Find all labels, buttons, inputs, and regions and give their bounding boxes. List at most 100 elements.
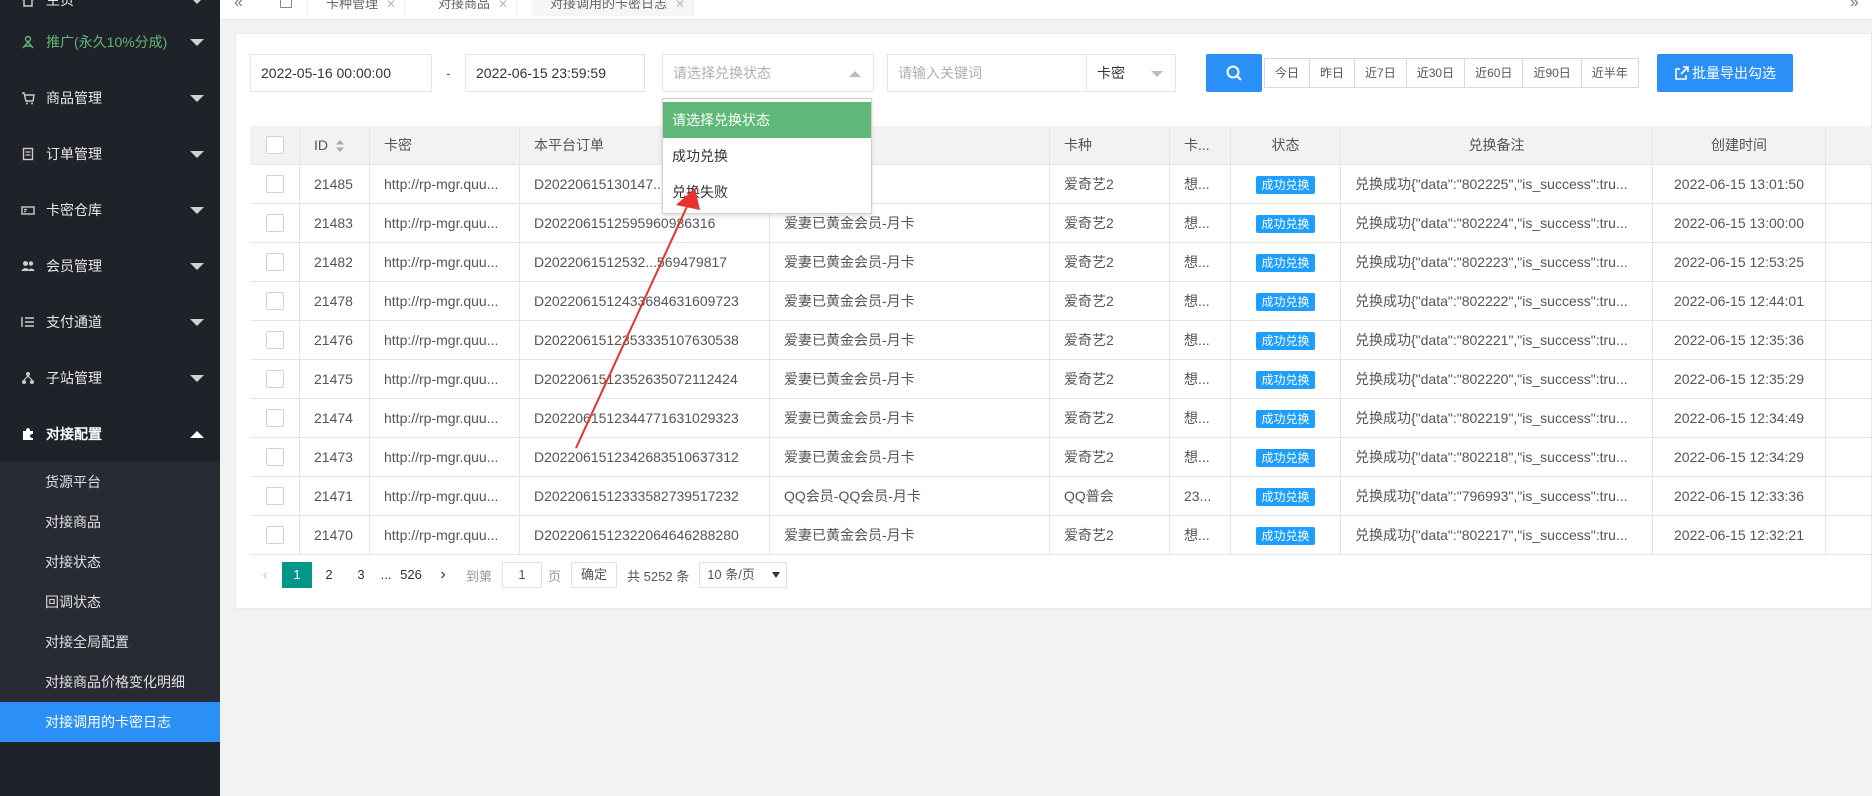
tab-card-types[interactable]: 卡种管理 ✕ <box>308 0 406 16</box>
header-status: 状态 <box>1231 126 1341 164</box>
page-1[interactable]: 1 <box>282 562 312 588</box>
prev-page-icon[interactable]: ‹ <box>250 562 280 588</box>
status-option-placeholder[interactable]: 请选择兑换状态 <box>663 102 871 138</box>
row-checkbox-cell[interactable] <box>250 399 300 437</box>
row-status: 成功兑换 <box>1231 477 1341 515</box>
row-checkbox-cell[interactable] <box>250 516 300 554</box>
sidebar-subitem-callback-status[interactable]: 回调状态 <box>0 582 220 622</box>
close-icon[interactable]: ✕ <box>386 0 396 16</box>
next-page-icon[interactable]: › <box>428 562 458 588</box>
row-checkbox[interactable] <box>265 487 284 505</box>
row-checkbox[interactable] <box>265 370 284 388</box>
sidebar-item-home[interactable]: 主页 <box>0 0 220 14</box>
row-checkbox-cell[interactable] <box>250 204 300 242</box>
header-id[interactable]: ID <box>300 126 370 164</box>
sidebar-subitem-integrated-products[interactable]: 对接商品 <box>0 502 220 542</box>
sidebar-item-cards[interactable]: 卡密仓库 <box>0 182 220 238</box>
keyword-input[interactable]: 请输入关键词 <box>887 54 1087 92</box>
row-checkbox[interactable] <box>265 292 284 310</box>
sidebar-item-label: 会员管理 <box>46 258 102 274</box>
header-id-label: ID <box>314 137 328 153</box>
quick-range-today[interactable]: 今日 <box>1264 58 1311 88</box>
row-id: 21483 <box>300 204 370 242</box>
tabs-right-arrow-icon[interactable]: » <box>1850 0 1859 12</box>
sidebar-item-substations[interactable]: 子站管理 <box>0 350 220 406</box>
sidebar-item-integration[interactable]: 对接配置 <box>0 406 220 462</box>
start-date-input[interactable]: 2022-05-16 00:00:00 <box>250 54 432 92</box>
quick-range-60d[interactable]: 近60日 <box>1464 58 1524 88</box>
quick-range-30d[interactable]: 近30日 <box>1405 58 1466 88</box>
goto-confirm-button[interactable]: 确定 <box>571 562 618 588</box>
row-card-account: 想... <box>1170 399 1231 437</box>
row-checkbox[interactable] <box>265 175 284 193</box>
goto-page-input[interactable]: 1 <box>502 562 543 588</box>
row-checkbox-cell[interactable] <box>250 438 300 476</box>
search-button[interactable] <box>1206 54 1262 92</box>
sidebar-subitem-card-log[interactable]: 对接调用的卡密日志 <box>0 702 220 742</box>
page-2[interactable]: 2 <box>314 562 344 588</box>
row-checkbox[interactable] <box>265 409 284 427</box>
status-select[interactable]: 请选择兑换状态 <box>662 54 874 92</box>
sidebar-subitem-integration-status[interactable]: 对接状态 <box>0 542 220 582</box>
sidebar-subitem-source-platform[interactable]: 货源平台 <box>0 462 220 502</box>
row-checkbox-cell[interactable] <box>250 477 300 515</box>
row-status: 成功兑换 <box>1231 360 1341 398</box>
sidebar-item-payment[interactable]: 支付通道 <box>0 294 220 350</box>
row-card-secret: http://rp-mgr.quu... <box>370 321 520 359</box>
quick-range-90d[interactable]: 近90日 <box>1522 58 1582 88</box>
row-checkbox[interactable] <box>265 448 284 466</box>
page-last[interactable]: 526 <box>396 562 426 588</box>
row-card-account: 想... <box>1170 516 1231 554</box>
close-icon[interactable]: ✕ <box>498 0 508 16</box>
page-3[interactable]: 3 <box>346 562 376 588</box>
sidebar-item-promote[interactable]: 推广(永久10%分成) <box>0 14 220 70</box>
row-checkbox[interactable] <box>265 526 284 544</box>
row-checkbox-cell[interactable] <box>250 165 300 203</box>
row-checkbox-cell[interactable] <box>250 321 300 359</box>
tab-integrated-products[interactable]: 对接商品 ✕ <box>420 0 518 16</box>
sidebar-subitem-price-changes[interactable]: 对接商品价格变化明细 <box>0 662 220 702</box>
keyword-type-select[interactable]: 卡密 <box>1086 54 1176 92</box>
row-checkbox[interactable] <box>265 331 284 349</box>
status-option-failure[interactable]: 兑换失败 <box>663 174 871 210</box>
sidebar-item-next[interactable] <box>0 742 220 782</box>
tab-home[interactable] <box>268 0 308 16</box>
quick-range-7d[interactable]: 近7日 <box>1354 58 1407 88</box>
end-date-input[interactable]: 2022-06-15 23:59:59 <box>465 54 645 92</box>
close-icon[interactable]: ✕ <box>675 0 685 16</box>
table-row: 21478 http://rp-mgr.quu... D20220615124336… <box>250 282 1872 321</box>
row-created-time: 2022-06-15 13:01:50 <box>1653 165 1826 203</box>
sidebar-item-members[interactable]: 会员管理 <box>0 238 220 294</box>
export-button[interactable]: 批量导出勾选 <box>1657 54 1793 92</box>
row-card-account: 想... <box>1170 321 1231 359</box>
sidebar-item-label: 对接配置 <box>46 426 102 442</box>
tabs-left-arrow-icon[interactable]: « <box>234 0 243 12</box>
sidebar-item-products[interactable]: 商品管理 <box>0 70 220 126</box>
row-checkbox-cell[interactable] <box>250 243 300 281</box>
row-id: 21474 <box>300 399 370 437</box>
row-checkbox[interactable] <box>265 214 284 232</box>
sidebar-subitem-global-config[interactable]: 对接全局配置 <box>0 622 220 662</box>
quick-range-half-year[interactable]: 近半年 <box>1580 58 1639 88</box>
select-all-checkbox[interactable] <box>265 136 284 154</box>
tab-card-log[interactable]: 对接调用的卡密日志 ✕ <box>532 0 695 16</box>
row-checkbox-cell[interactable] <box>250 360 300 398</box>
row-card-kind: 爱奇艺2 <box>1050 165 1170 203</box>
sidebar-item-orders[interactable]: 订单管理 <box>0 126 220 182</box>
page-size-select[interactable]: 10 条/页 <box>699 562 788 588</box>
row-order: D2022061512353335107630538 <box>520 321 770 359</box>
row-id: 21478 <box>300 282 370 320</box>
main-content: 2022-05-16 00:00:00 - 2022-06-15 23:59:5… <box>235 33 1872 609</box>
sort-icon[interactable] <box>336 140 344 153</box>
row-card-secret: http://rp-mgr.quu... <box>370 438 520 476</box>
row-checkbox-cell[interactable] <box>250 282 300 320</box>
quick-range-yesterday[interactable]: 昨日 <box>1309 58 1356 88</box>
row-card-secret: http://rp-mgr.quu... <box>370 204 520 242</box>
status-option-success[interactable]: 成功兑换 <box>663 138 871 174</box>
row-checkbox[interactable] <box>265 253 284 271</box>
row-id: 21482 <box>300 243 370 281</box>
row-status: 成功兑换 <box>1231 165 1341 203</box>
row-product: 爱妻已黄金会员-月卡 <box>770 321 1050 359</box>
row-card-kind: 爱奇艺2 <box>1050 243 1170 281</box>
select-all-checkbox-cell[interactable] <box>250 126 300 164</box>
